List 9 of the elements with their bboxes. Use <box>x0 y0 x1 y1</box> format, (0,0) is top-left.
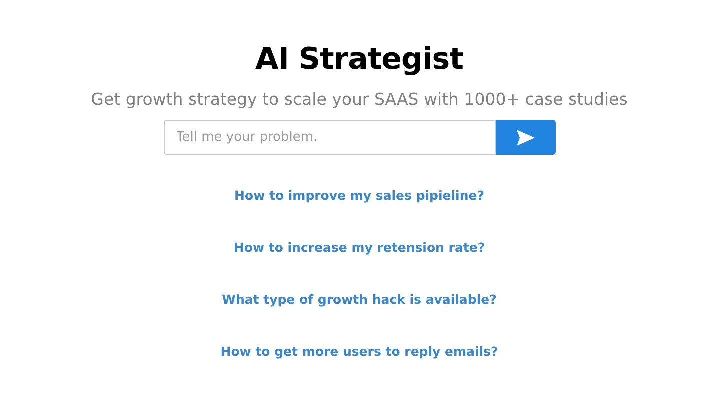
suggestion-link[interactable]: How to increase my retension rate? <box>234 238 486 257</box>
problem-input-field[interactable]: Tell me your problem. <box>164 120 496 155</box>
tagline: Get growth strategy to scale your SAAS with 1000+ case studies <box>91 89 628 111</box>
app-title: AI Strategist <box>256 41 464 79</box>
send-icon <box>516 130 534 146</box>
suggestion-link[interactable]: What type of growth hack is available? <box>222 290 497 309</box>
suggestion-link[interactable]: How to get more users to reply emails? <box>220 342 498 361</box>
suggestion-link[interactable]: How to improve my sales pipieline? <box>234 186 484 205</box>
send-button[interactable] <box>496 120 556 155</box>
